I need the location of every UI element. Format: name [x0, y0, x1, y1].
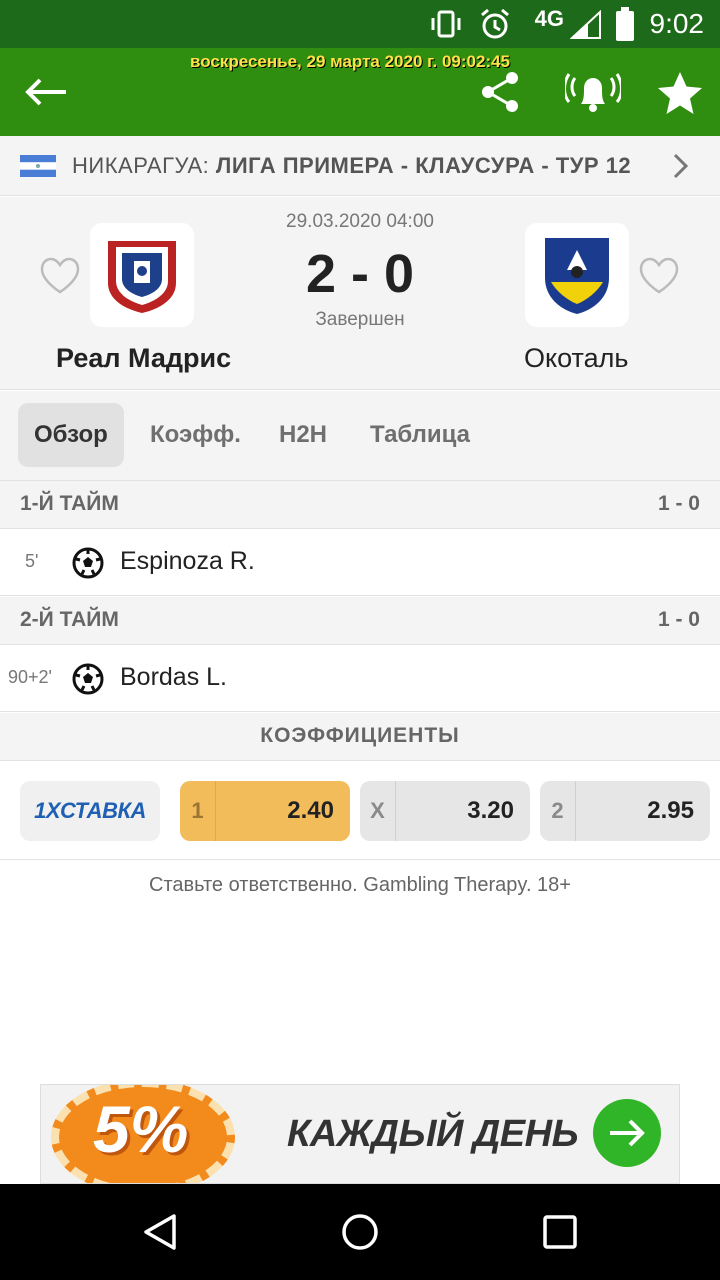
- alarm-icon: [481, 8, 509, 39]
- home-team-name[interactable]: Реал Мадрис: [56, 343, 231, 374]
- away-team-name[interactable]: Окоталь: [524, 343, 628, 374]
- goal-event[interactable]: 5' Espinoza R.: [0, 530, 720, 596]
- bookmaker-logo[interactable]: 1XСТАВКА: [20, 781, 160, 841]
- odd-value: 2.40: [287, 797, 334, 824]
- network-type: 4G: [534, 6, 564, 31]
- signal-icon: [570, 10, 601, 39]
- period-title: 1-Й ТАЙМ: [20, 492, 119, 515]
- banner-text: КАЖДЫЙ ДЕНЬ: [287, 1113, 579, 1155]
- odd-label: 1: [180, 781, 216, 841]
- event-minute: 90+2': [8, 667, 52, 687]
- away-favorite-heart-icon[interactable]: [638, 257, 680, 295]
- tab-standings[interactable]: Таблица: [354, 403, 486, 467]
- goal-event[interactable]: 90+2' Bordas L.: [0, 646, 720, 712]
- odds-row: 1XСТАВКА 1 2.40 X 3.20 2 2.95: [0, 762, 720, 860]
- tab-odds[interactable]: Коэфф.: [134, 403, 257, 467]
- odds-section-title: КОЭФФИЦИЕНТЫ: [0, 713, 720, 761]
- odd-draw-button[interactable]: X 3.20: [360, 781, 530, 841]
- tab-h2h[interactable]: H2H: [263, 403, 343, 467]
- status-bar: 4G 9:02: [0, 0, 720, 48]
- battery-icon: [616, 7, 634, 41]
- nicaragua-flag-icon: [20, 155, 56, 177]
- vibrate-icon: [431, 10, 461, 38]
- back-button[interactable]: [16, 68, 76, 116]
- event-player: Bordas L.: [120, 663, 228, 691]
- responsible-gambling-text[interactable]: Ставьте ответственно. Gambling Therapy. …: [0, 874, 720, 897]
- period-title: 2-Й ТАЙМ: [20, 608, 119, 631]
- ad-banner[interactable]: 5% КАЖДЫЙ ДЕНЬ: [40, 1084, 680, 1184]
- period-score: 1 - 0: [657, 608, 700, 631]
- football-icon: [72, 663, 104, 695]
- event-player: Espinoza R.: [120, 547, 255, 575]
- odd-value: 3.20: [467, 797, 514, 824]
- nav-back-icon[interactable]: [140, 1212, 180, 1252]
- app-bar: воскресенье, 29 марта 2020 г. 09:02:45: [0, 48, 720, 136]
- datetime-overlay: воскресенье, 29 марта 2020 г. 09:02:45: [190, 52, 511, 71]
- tab-overview[interactable]: Обзор: [18, 403, 124, 467]
- favorite-button[interactable]: [652, 66, 708, 120]
- back-arrow-icon: [25, 78, 66, 106]
- period-score: 1 - 0: [657, 492, 700, 515]
- ocotal-crest-icon: [545, 238, 609, 314]
- chevron-right-icon: [673, 153, 689, 179]
- odd-away-button[interactable]: 2 2.95: [540, 781, 710, 841]
- breadcrumb-league: ЛИГА ПРИМЕРА - КЛАУСУРА - ТУР 12: [215, 153, 632, 178]
- away-team-logo[interactable]: [525, 223, 629, 327]
- odd-label: 2: [540, 781, 576, 841]
- league-breadcrumb[interactable]: НИКАРАГУА: ЛИГА ПРИМЕРА - КЛАУСУРА - ТУР…: [0, 136, 720, 196]
- nav-home-icon[interactable]: [340, 1212, 380, 1252]
- share-button[interactable]: [474, 66, 526, 118]
- breadcrumb-country: НИКАРАГУА:: [72, 153, 210, 178]
- bell-icon: [565, 73, 621, 112]
- banner-go-button[interactable]: [593, 1099, 661, 1167]
- clock: 9:02: [649, 8, 705, 39]
- period-header: 1-Й ТАЙМ 1 - 0: [0, 481, 720, 529]
- tab-bar: Обзор Коэфф. H2H Таблица: [0, 391, 720, 481]
- breadcrumb-text: НИКАРАГУА: ЛИГА ПРИМЕРА - КЛАУСУРА - ТУР…: [72, 153, 631, 179]
- system-nav-bar: [0, 1184, 720, 1280]
- odd-label: X: [360, 781, 396, 841]
- arrow-right-icon: [610, 1119, 645, 1147]
- star-icon: [658, 72, 702, 114]
- notifications-button[interactable]: [562, 64, 624, 120]
- odd-home-button[interactable]: 1 2.40: [180, 781, 350, 841]
- odd-value: 2.95: [647, 797, 694, 824]
- football-icon: [72, 547, 104, 579]
- event-minute: 5': [25, 551, 39, 571]
- period-header: 2-Й ТАЙМ 1 - 0: [0, 597, 720, 645]
- share-icon: [482, 72, 518, 112]
- match-header: Реал Мадрис 29.03.2020 04:00 2 - 0 Завер…: [0, 197, 720, 390]
- nav-recents-icon[interactable]: [542, 1214, 578, 1250]
- banner-percent: 5%: [93, 1092, 189, 1166]
